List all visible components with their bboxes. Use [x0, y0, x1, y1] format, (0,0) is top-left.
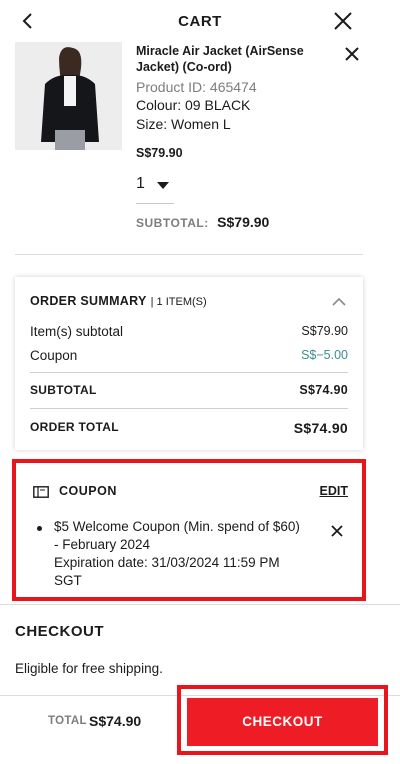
order-total: ORDER TOTAL S$74.90	[30, 420, 348, 436]
item-subtotal-value: S$79.90	[217, 214, 270, 230]
order-summary-count: | 1 ITEM(S)	[150, 296, 207, 308]
checkout-button[interactable]: CHECKOUT	[187, 698, 378, 746]
remove-item-close-icon[interactable]	[343, 45, 361, 63]
divider	[15, 254, 363, 255]
summary-row-label: Coupon	[30, 348, 78, 363]
chevron-up-icon[interactable]	[332, 294, 346, 306]
divider	[30, 372, 348, 373]
product-size: Size: Women L	[136, 116, 231, 132]
remove-coupon-close-icon[interactable]	[330, 524, 344, 538]
order-summary-title: ORDER SUMMARY	[30, 294, 147, 308]
coupon-title: COUPON	[59, 484, 117, 498]
close-icon[interactable]	[332, 10, 354, 32]
summary-row-items-subtotal: Item(s) subtotal S$79.90	[30, 324, 348, 339]
checkout-footer: TOTAL S$74.90 CHECKOUT	[0, 685, 400, 764]
order-summary-card: ORDER SUMMARY | 1 ITEM(S) Item(s) subtota…	[15, 277, 363, 450]
footer-total-value: S$74.90	[89, 713, 142, 729]
product-id: Product ID: 465474	[136, 79, 257, 95]
summary-subtotal-value: S$74.90	[299, 383, 348, 397]
summary-row-label: Item(s) subtotal	[30, 324, 124, 339]
summary-subtotal-label: SUBTOTAL	[30, 383, 97, 397]
bullet	[37, 526, 42, 531]
cart-header: CART	[0, 0, 400, 42]
item-subtotal-label: SUBTOTAL:	[136, 216, 209, 230]
chevron-down-icon	[157, 182, 169, 189]
product-colour: Colour: 09 BLACK	[136, 97, 251, 113]
product-image[interactable]	[15, 42, 122, 150]
item-subtotal: SUBTOTAL: S$79.90	[136, 214, 269, 232]
coupon-card: COUPON EDIT $5 Welcome Coupon (Min. spen…	[12, 459, 366, 601]
summary-subtotal: SUBTOTAL S$74.90	[30, 383, 348, 397]
coupon-ticket-icon	[33, 485, 49, 498]
footer-total-label: TOTAL	[48, 715, 87, 727]
shipping-note: Eligible for free shipping.	[15, 661, 163, 676]
product-name[interactable]: Miracle Air Jacket (AirSense Jacket) (Co…	[136, 43, 336, 75]
order-total-label: ORDER TOTAL	[30, 420, 119, 434]
product-info: Miracle Air Jacket (AirSense Jacket) (Co…	[136, 43, 336, 160]
divider	[0, 604, 400, 605]
coupon-edit-link[interactable]: EDIT	[320, 484, 348, 498]
order-summary-header[interactable]: ORDER SUMMARY | 1 ITEM(S)	[30, 294, 207, 308]
checkout-heading: CHECKOUT	[15, 623, 104, 640]
applied-coupon: $5 Welcome Coupon (Min. spend of $60) - …	[54, 518, 314, 590]
summary-row-coupon: Coupon S$−5.00	[30, 348, 348, 363]
product-price: S$79.90	[136, 146, 183, 160]
divider	[30, 408, 348, 409]
summary-row-value: S$−5.00	[301, 348, 348, 362]
coupon-expiration: Expiration date: 31/03/2024 11:59 PM	[54, 555, 280, 570]
summary-row-value: S$79.90	[301, 324, 348, 338]
coupon-name: $5 Welcome Coupon (Min. spend of $60)	[54, 519, 300, 534]
coupon-name-cont: - February 2024	[54, 537, 151, 552]
order-total-value: S$74.90	[293, 420, 348, 436]
quantity-select[interactable]: 1	[136, 174, 174, 204]
quantity-value: 1	[136, 175, 145, 192]
coupon-expiration-cont: SGT	[54, 573, 82, 588]
